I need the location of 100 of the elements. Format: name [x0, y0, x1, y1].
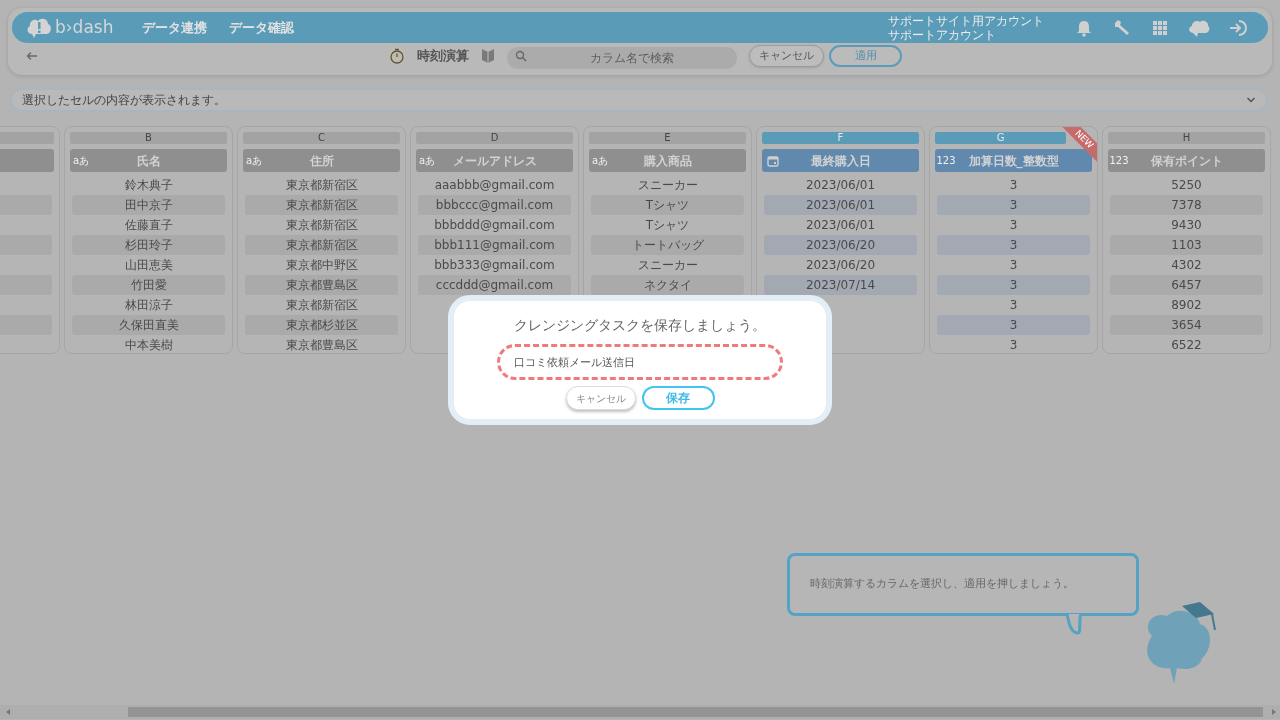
info-text: 選択したセルの内容が表示されます。	[22, 92, 227, 109]
type-label: aあ	[591, 154, 609, 168]
column-title: 保有ポイント	[1149, 152, 1224, 170]
column-letter[interactable]: C	[243, 132, 400, 144]
table-cell-text: 東京都新宿区	[284, 297, 359, 314]
column-header[interactable]: 最終購入日	[762, 149, 919, 172]
table-cell: 東京都豊島区	[245, 275, 398, 295]
table-cell-text: bbb333@gmail.com	[433, 257, 556, 274]
table-cell-text: Tシャツ	[644, 217, 691, 234]
table-cell-text: スニーカー	[636, 257, 699, 274]
table-cell-text: スニーカー	[636, 177, 699, 194]
table-cell-text: bbbddd@gmail.com	[433, 217, 556, 234]
table-cell-text: 東京都中野区	[284, 257, 359, 274]
column-header[interactable]: aあ 購入商品	[589, 149, 746, 172]
column-title: 氏名	[135, 152, 162, 170]
table-cell-text: 林田涼子	[123, 297, 174, 314]
search-field[interactable]: カラム名で検索	[507, 47, 737, 69]
table-cell-text: 3	[1008, 177, 1019, 194]
table-cell: ネクタイ	[591, 275, 744, 295]
account-name: サポートアカウント	[888, 27, 997, 42]
table-cell: 2023/06/01	[764, 195, 917, 215]
wrench-icon[interactable]	[1112, 17, 1132, 38]
table-cell: 竹田愛	[72, 275, 225, 295]
column-title: 購入商品	[642, 152, 693, 170]
table-cell-text: 佐藤直子	[123, 217, 174, 234]
table-cell: 1103	[1110, 235, 1263, 255]
cloud-logo-icon	[26, 16, 52, 39]
table-cell-text: 4302	[1170, 257, 1203, 274]
logo-text: b›dash	[55, 19, 114, 36]
table-cell: 3	[937, 315, 1090, 335]
table-cell: 3654	[1110, 315, 1263, 335]
table-cell-text: 3	[1008, 217, 1019, 234]
logout-icon[interactable]	[1228, 17, 1250, 38]
type-label: aあ	[245, 154, 263, 168]
table-cell: 東京都新宿区	[245, 195, 398, 215]
scrollbar[interactable]	[0, 705, 1280, 719]
column-header[interactable]: 123 加算日数_整数型	[935, 149, 1092, 172]
cancel-button[interactable]: キャンセル	[749, 45, 824, 67]
table-cell-text: 9430	[1170, 217, 1203, 234]
table-cell: bbb111@gmail.com	[418, 235, 571, 255]
table-cell-text: 東京都新宿区	[284, 177, 359, 194]
table-cell: 杉田玲子	[72, 235, 225, 255]
table-cell-text: 3	[1008, 337, 1019, 353]
name-input-field[interactable]: 口コミ依頼メール送信日	[497, 344, 783, 380]
beginner-mark-icon	[481, 48, 495, 64]
column-letter[interactable]: D	[416, 132, 573, 144]
feature-title: 時刻演算	[417, 47, 469, 66]
table-cell: 3	[937, 195, 1090, 215]
table-cell: 東京都新宿区	[245, 235, 398, 255]
column-title: 最終購入日	[809, 152, 872, 170]
column-title: 加算日数_整数型	[967, 152, 1060, 170]
column-letter[interactable]: G	[935, 132, 1066, 144]
column-letter[interactable]: E	[589, 132, 746, 144]
column-header[interactable]: aあ 住所	[243, 149, 400, 172]
type-label: 123	[1109, 154, 1129, 168]
scroll-thumb[interactable]	[128, 707, 1263, 717]
table-cell-text: 3	[1008, 257, 1019, 274]
table-cell-text: 東京都新宿区	[284, 217, 359, 234]
column-header[interactable]: aあ メールアドレス	[416, 149, 573, 172]
column-title: 住所	[308, 152, 335, 170]
table-cell: 2023/07/14	[764, 275, 917, 295]
chevron-down-icon[interactable]	[1246, 96, 1256, 104]
nav-link[interactable]: データ確認	[229, 17, 294, 38]
calendar-icon	[767, 154, 779, 167]
table-cell: 3	[937, 275, 1090, 295]
save-button[interactable]: 保存	[641, 386, 715, 410]
table-cell-text: 8902	[1170, 297, 1203, 314]
table-cell-text: 山田恵美	[123, 257, 174, 274]
table-cell: 2023/06/20	[764, 235, 917, 255]
table-cell-text: 6522	[1170, 337, 1203, 353]
nav-link[interactable]: データ連携	[142, 17, 207, 38]
apply-button[interactable]: 適用	[829, 45, 902, 67]
table-cell-text: 2023/06/01	[804, 177, 877, 194]
table-cell: トートバッグ	[591, 235, 744, 255]
table-cell-text: 2023/06/20	[804, 257, 877, 274]
account-name: サポートサイト用アカウント	[888, 13, 1044, 28]
table-cell-text: 5250	[1170, 177, 1203, 194]
table-cell: cccddd@gmail.com	[418, 275, 571, 295]
column-letter[interactable]: B	[70, 132, 227, 144]
table-cell: 東京都杉並区	[245, 315, 398, 335]
column-header[interactable]: aあ 氏名	[70, 149, 227, 172]
table-cell: 3	[937, 235, 1090, 255]
type-label: 123	[936, 154, 956, 168]
column-title: メールアドレス	[451, 152, 538, 170]
column-letter[interactable]: F	[762, 132, 919, 144]
column-letter[interactable]: H	[1108, 132, 1265, 144]
table-cell-text: 2023/06/01	[804, 217, 877, 234]
table-cell: 6457	[1110, 275, 1263, 295]
table-cell-text: 中本美樹	[123, 337, 174, 353]
search-icon	[515, 50, 527, 62]
tutorial-text: 時刻演算するカラムを選択し、適用を押しましょう。	[810, 576, 1074, 593]
back-arrow-icon[interactable]	[26, 51, 38, 61]
table-cell: 田中京子	[72, 195, 225, 215]
table-cell: 久保田直美	[72, 315, 225, 335]
stopwatch-icon	[387, 46, 407, 66]
type-label: aあ	[418, 154, 436, 168]
column-header[interactable]: 123 保有ポイント	[1108, 149, 1265, 172]
table-cell-text: aaabbb@gmail.com	[433, 177, 556, 194]
cancel-button[interactable]: キャンセル	[565, 386, 636, 410]
table-cell-text: 3	[1008, 297, 1019, 314]
